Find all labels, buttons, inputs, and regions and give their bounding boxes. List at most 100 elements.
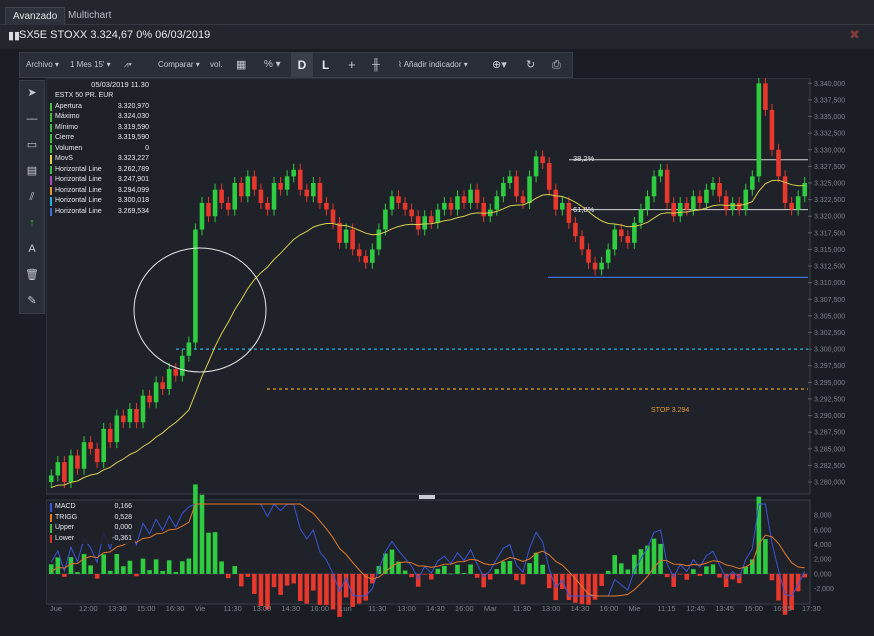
candle[interactable] <box>343 229 349 243</box>
candle[interactable] <box>494 196 500 210</box>
candle[interactable] <box>330 209 336 223</box>
candle[interactable] <box>677 202 683 217</box>
candle[interactable] <box>586 249 591 263</box>
candle[interactable] <box>402 202 408 210</box>
add-indicator-button[interactable]: ⌇ Añadir indicador ▾ <box>398 53 468 77</box>
candle[interactable] <box>592 262 598 270</box>
trash-icon[interactable]: 🗑 <box>20 265 44 285</box>
candle[interactable] <box>94 448 100 463</box>
grid-icon[interactable]: ▦ <box>236 53 246 77</box>
candle[interactable] <box>107 428 113 443</box>
parallel-lines-icon[interactable]: ⫽ <box>20 187 44 207</box>
candle[interactable] <box>291 169 296 177</box>
candle[interactable] <box>579 236 585 250</box>
candle[interactable] <box>68 455 74 483</box>
candle[interactable] <box>127 408 133 423</box>
candle[interactable] <box>311 183 316 197</box>
candle[interactable] <box>527 176 532 203</box>
candle[interactable] <box>710 183 716 190</box>
candle[interactable] <box>297 169 303 190</box>
candle[interactable] <box>763 83 768 110</box>
arrow-up-icon[interactable]: ↑ <box>20 213 44 233</box>
archivo-menu[interactable]: Archivo ▾ <box>26 53 59 77</box>
candle[interactable] <box>55 462 61 476</box>
close-icon[interactable]: ✖ <box>849 27 860 43</box>
candle[interactable] <box>252 176 257 190</box>
candle[interactable] <box>180 355 185 376</box>
candle[interactable] <box>363 256 369 263</box>
candle[interactable] <box>448 202 454 210</box>
candle[interactable] <box>166 369 172 389</box>
candle[interactable] <box>75 455 80 469</box>
candle[interactable] <box>370 249 375 263</box>
line-tool-icon[interactable]: — <box>20 109 44 129</box>
bars-icon[interactable]: ╫ <box>372 53 380 77</box>
candle[interactable] <box>612 229 618 250</box>
candle[interactable] <box>697 196 703 203</box>
candle[interactable] <box>802 183 808 197</box>
candle[interactable] <box>664 169 670 203</box>
candle[interactable] <box>756 83 762 177</box>
candle[interactable] <box>789 202 794 210</box>
candle[interactable] <box>540 156 545 164</box>
candle[interactable] <box>455 196 460 210</box>
candle[interactable] <box>62 462 67 483</box>
candle[interactable] <box>389 196 395 210</box>
period-select[interactable]: 1 Mes 15' ▾ <box>70 53 111 77</box>
candle[interactable] <box>356 249 362 257</box>
candle[interactable] <box>422 216 428 230</box>
candle[interactable] <box>599 262 604 270</box>
price-chart[interactable]: 38,2% 61,8% STOP 3.294 3.340,000 3.337,50… <box>45 77 874 618</box>
candle[interactable] <box>717 183 722 197</box>
candle[interactable] <box>442 202 447 210</box>
candle[interactable] <box>795 196 801 210</box>
candle[interactable] <box>245 176 251 197</box>
candle[interactable] <box>121 415 126 423</box>
candle[interactable] <box>671 202 676 217</box>
candle[interactable] <box>193 229 198 343</box>
candle[interactable] <box>435 209 441 223</box>
rectangle-tool-icon[interactable]: ▭ <box>20 135 44 155</box>
candle[interactable] <box>691 196 696 210</box>
candle[interactable] <box>625 236 631 243</box>
print-icon[interactable]: ⎙ <box>552 53 561 77</box>
comparar-menu[interactable]: Comparar ▾ <box>158 53 200 77</box>
candle[interactable] <box>566 202 572 223</box>
daily-button[interactable]: D <box>291 53 313 77</box>
candle[interactable] <box>140 395 146 423</box>
candle[interactable] <box>271 183 277 210</box>
candle[interactable] <box>134 408 139 423</box>
candle[interactable] <box>730 202 735 210</box>
candle[interactable] <box>258 189 264 203</box>
candle[interactable] <box>278 183 283 190</box>
candle[interactable] <box>461 196 467 203</box>
candle[interactable] <box>704 189 709 203</box>
candle[interactable] <box>238 183 244 197</box>
tab-avanzado[interactable]: Avanzado <box>5 7 66 25</box>
volume-toggle[interactable]: vol. <box>210 53 222 77</box>
candle[interactable] <box>304 189 310 197</box>
candle[interactable] <box>651 176 657 197</box>
candle[interactable] <box>645 196 650 210</box>
candle[interactable] <box>481 202 486 217</box>
ruler-icon[interactable]: ✎ <box>20 291 44 311</box>
candle[interactable] <box>743 189 749 210</box>
candle[interactable] <box>383 209 388 230</box>
candle[interactable] <box>723 196 729 210</box>
candle[interactable] <box>638 209 644 223</box>
candle[interactable] <box>684 202 690 210</box>
candle[interactable] <box>376 229 382 250</box>
candle[interactable] <box>658 169 663 177</box>
candle[interactable] <box>514 176 519 197</box>
candle[interactable] <box>160 382 165 389</box>
candle[interactable] <box>776 149 781 177</box>
text-tool-icon[interactable]: A <box>20 239 44 259</box>
candle[interactable] <box>501 183 506 197</box>
chart-area[interactable]: 38,2% 61,8% STOP 3.294 3.340,000 3.337,50… <box>45 77 874 623</box>
crosshair-icon[interactable]: + <box>348 53 356 77</box>
macd-pane[interactable] <box>45 499 811 605</box>
candle[interactable] <box>573 222 578 237</box>
candle[interactable] <box>219 189 224 203</box>
candle[interactable] <box>284 176 290 190</box>
candle[interactable] <box>337 222 342 243</box>
